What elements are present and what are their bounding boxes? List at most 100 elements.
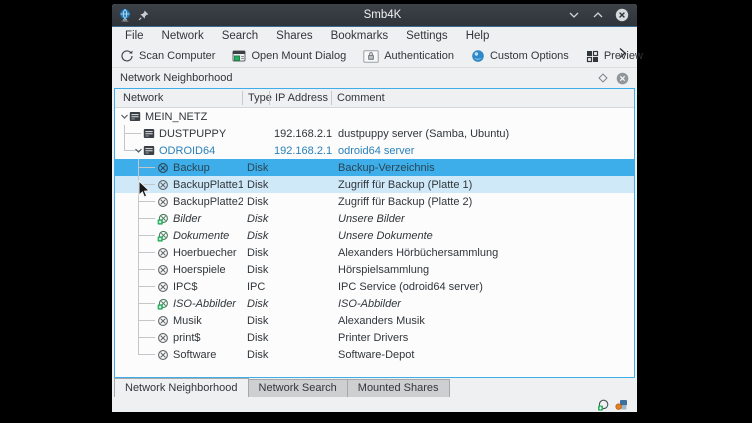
dock-title: Network Neighborhood bbox=[120, 72, 598, 84]
item-name: print$ bbox=[173, 332, 201, 344]
column-header-ip-address[interactable]: IP Address bbox=[270, 92, 332, 104]
tab-mounted-shares[interactable]: Mounted Shares bbox=[347, 379, 450, 397]
share-icon bbox=[157, 162, 169, 174]
network-status-icon bbox=[615, 399, 628, 411]
expander-open-icon[interactable] bbox=[134, 146, 143, 155]
item-ip bbox=[270, 312, 332, 329]
column-separator[interactable] bbox=[331, 91, 332, 105]
network-item-iso-abbilder[interactable]: ISO-AbbilderDiskISO-Abbilder bbox=[115, 295, 634, 312]
network-item-hoerspiele[interactable]: HoerspieleDiskHörspielsammlung bbox=[115, 261, 634, 278]
float-button[interactable] bbox=[598, 73, 608, 83]
titlebar[interactable]: Smb4K bbox=[112, 4, 637, 27]
tab-network-neighborhood[interactable]: Network Neighborhood bbox=[114, 378, 249, 397]
item-name: Bilder bbox=[173, 213, 201, 225]
item-ip bbox=[270, 193, 332, 210]
expander-open-icon[interactable] bbox=[120, 112, 129, 121]
network-item-backupplatte1[interactable]: BackupPlatte1$DiskZugriff für Backup (Pl… bbox=[115, 176, 634, 193]
menu-bookmarks[interactable]: Bookmarks bbox=[322, 27, 398, 45]
item-type bbox=[243, 108, 270, 125]
item-name: ISO-Abbilder bbox=[173, 298, 236, 310]
network-item-software[interactable]: SoftwareDiskSoftware-Depot bbox=[115, 346, 634, 363]
item-ip bbox=[270, 176, 332, 193]
open-mount-dialog-button[interactable]: Open Mount Dialog bbox=[232, 50, 346, 63]
statusbar bbox=[112, 397, 637, 412]
toolbar-overflow-button[interactable] bbox=[618, 47, 627, 62]
dock-tabbar: Network NeighborhoodNetwork SearchMounte… bbox=[112, 378, 637, 397]
menu-help[interactable]: Help bbox=[457, 27, 499, 45]
tree-header[interactable]: NetworkTypeIP AddressComment bbox=[115, 89, 634, 108]
item-ip bbox=[270, 261, 332, 278]
network-item-backup[interactable]: BackupDiskBackup-Verzeichnis bbox=[115, 159, 634, 176]
item-ip bbox=[270, 244, 332, 261]
column-header-network[interactable]: Network bbox=[115, 92, 243, 104]
network-status-indicator[interactable] bbox=[615, 399, 627, 411]
network-item-mein-netz[interactable]: MEIN_NETZ bbox=[115, 108, 634, 125]
share-icon bbox=[157, 315, 169, 327]
item-type: Disk bbox=[243, 346, 270, 363]
network-item-odroid64[interactable]: ODROID64192.168.2.102odroid64 server bbox=[115, 142, 634, 159]
item-type: Disk bbox=[243, 159, 270, 176]
item-comment: Zugriff für Backup (Platte 1) bbox=[332, 176, 634, 193]
item-ip bbox=[270, 159, 332, 176]
network-item-dustpuppy[interactable]: DUSTPUPPY192.168.2.105dustpuppy server (… bbox=[115, 125, 634, 142]
share-icon bbox=[157, 264, 169, 276]
authentication-lock-icon bbox=[363, 50, 379, 63]
pin-icon bbox=[138, 9, 150, 21]
network-item-ipc[interactable]: IPC$IPCIPC Service (odroid64 server) bbox=[115, 278, 634, 295]
close-button[interactable] bbox=[615, 8, 629, 22]
toolbar-button-label: Authentication bbox=[384, 50, 454, 62]
column-header-comment[interactable]: Comment bbox=[332, 92, 634, 104]
tab-network-search[interactable]: Network Search bbox=[248, 379, 348, 397]
item-name: BackupPlatte2$ bbox=[173, 196, 243, 208]
menu-search[interactable]: Search bbox=[213, 27, 267, 45]
share-icon bbox=[157, 196, 169, 208]
window-controls bbox=[527, 8, 637, 22]
preview-button[interactable]: Preview bbox=[586, 50, 643, 63]
item-name: MEIN_NETZ bbox=[145, 111, 207, 123]
item-name: Backup bbox=[173, 162, 210, 174]
maximize-button[interactable] bbox=[591, 8, 605, 22]
scan-computer-button[interactable]: Scan Computer bbox=[120, 49, 215, 63]
item-ip bbox=[270, 329, 332, 346]
window-title: Smb4K bbox=[238, 9, 527, 21]
custom-options-button[interactable]: Custom Options bbox=[471, 49, 569, 63]
mounted-emblem-icon bbox=[597, 399, 609, 411]
network-item-backupplatte2[interactable]: BackupPlatte2$DiskZugriff für Backup (Pl… bbox=[115, 193, 634, 210]
network-item-print[interactable]: print$DiskPrinter Drivers bbox=[115, 329, 634, 346]
network-neighborhood-view[interactable]: NetworkTypeIP AddressComment MEIN_NETZ DU… bbox=[114, 88, 635, 378]
item-type: Disk bbox=[243, 295, 270, 312]
toolbar: Scan Computer Open Mount Dialog Authentica… bbox=[112, 45, 637, 67]
network-item-hoerbuecher[interactable]: HoerbuecherDiskAlexanders Hörbüchersamml… bbox=[115, 244, 634, 261]
column-header-type[interactable]: Type bbox=[243, 92, 270, 104]
network-item-bilder[interactable]: BilderDiskUnsere Bilder bbox=[115, 210, 634, 227]
item-comment: Alexanders Hörbüchersammlung bbox=[332, 244, 634, 261]
column-separator[interactable] bbox=[242, 91, 243, 105]
item-comment: Software-Depot bbox=[332, 346, 634, 363]
preview-icon bbox=[586, 50, 599, 63]
item-name: Hoerspiele bbox=[173, 264, 226, 276]
minimize-button[interactable] bbox=[567, 8, 581, 22]
menu-shares[interactable]: Shares bbox=[267, 27, 321, 45]
item-name: Hoerbuecher bbox=[173, 247, 237, 259]
network-item-dokumente[interactable]: DokumenteDiskUnsere Dokumente bbox=[115, 227, 634, 244]
column-separator[interactable] bbox=[269, 91, 270, 105]
maximize-icon bbox=[592, 11, 604, 19]
host-icon bbox=[143, 128, 155, 140]
item-ip bbox=[270, 227, 332, 244]
item-type: Disk bbox=[243, 329, 270, 346]
dock-close-button[interactable] bbox=[616, 72, 629, 85]
item-type: Disk bbox=[243, 193, 270, 210]
authentication-button[interactable]: Authentication bbox=[363, 50, 454, 63]
menu-network[interactable]: Network bbox=[153, 27, 213, 45]
share-mounted-icon bbox=[157, 298, 169, 310]
float-icon bbox=[598, 73, 608, 83]
network-item-musik[interactable]: MusikDiskAlexanders Musik bbox=[115, 312, 634, 329]
mounted-emblem-indicator[interactable] bbox=[597, 399, 609, 411]
host-icon bbox=[143, 145, 155, 157]
menu-settings[interactable]: Settings bbox=[397, 27, 457, 45]
dock-titlebar[interactable]: Network Neighborhood bbox=[112, 67, 637, 88]
tree-guide-line bbox=[138, 159, 139, 355]
tree-rows: MEIN_NETZ DUSTPUPPY192.168.2.105dustpuppy… bbox=[115, 108, 634, 363]
share-icon bbox=[157, 281, 169, 293]
menu-file[interactable]: File bbox=[116, 27, 153, 45]
